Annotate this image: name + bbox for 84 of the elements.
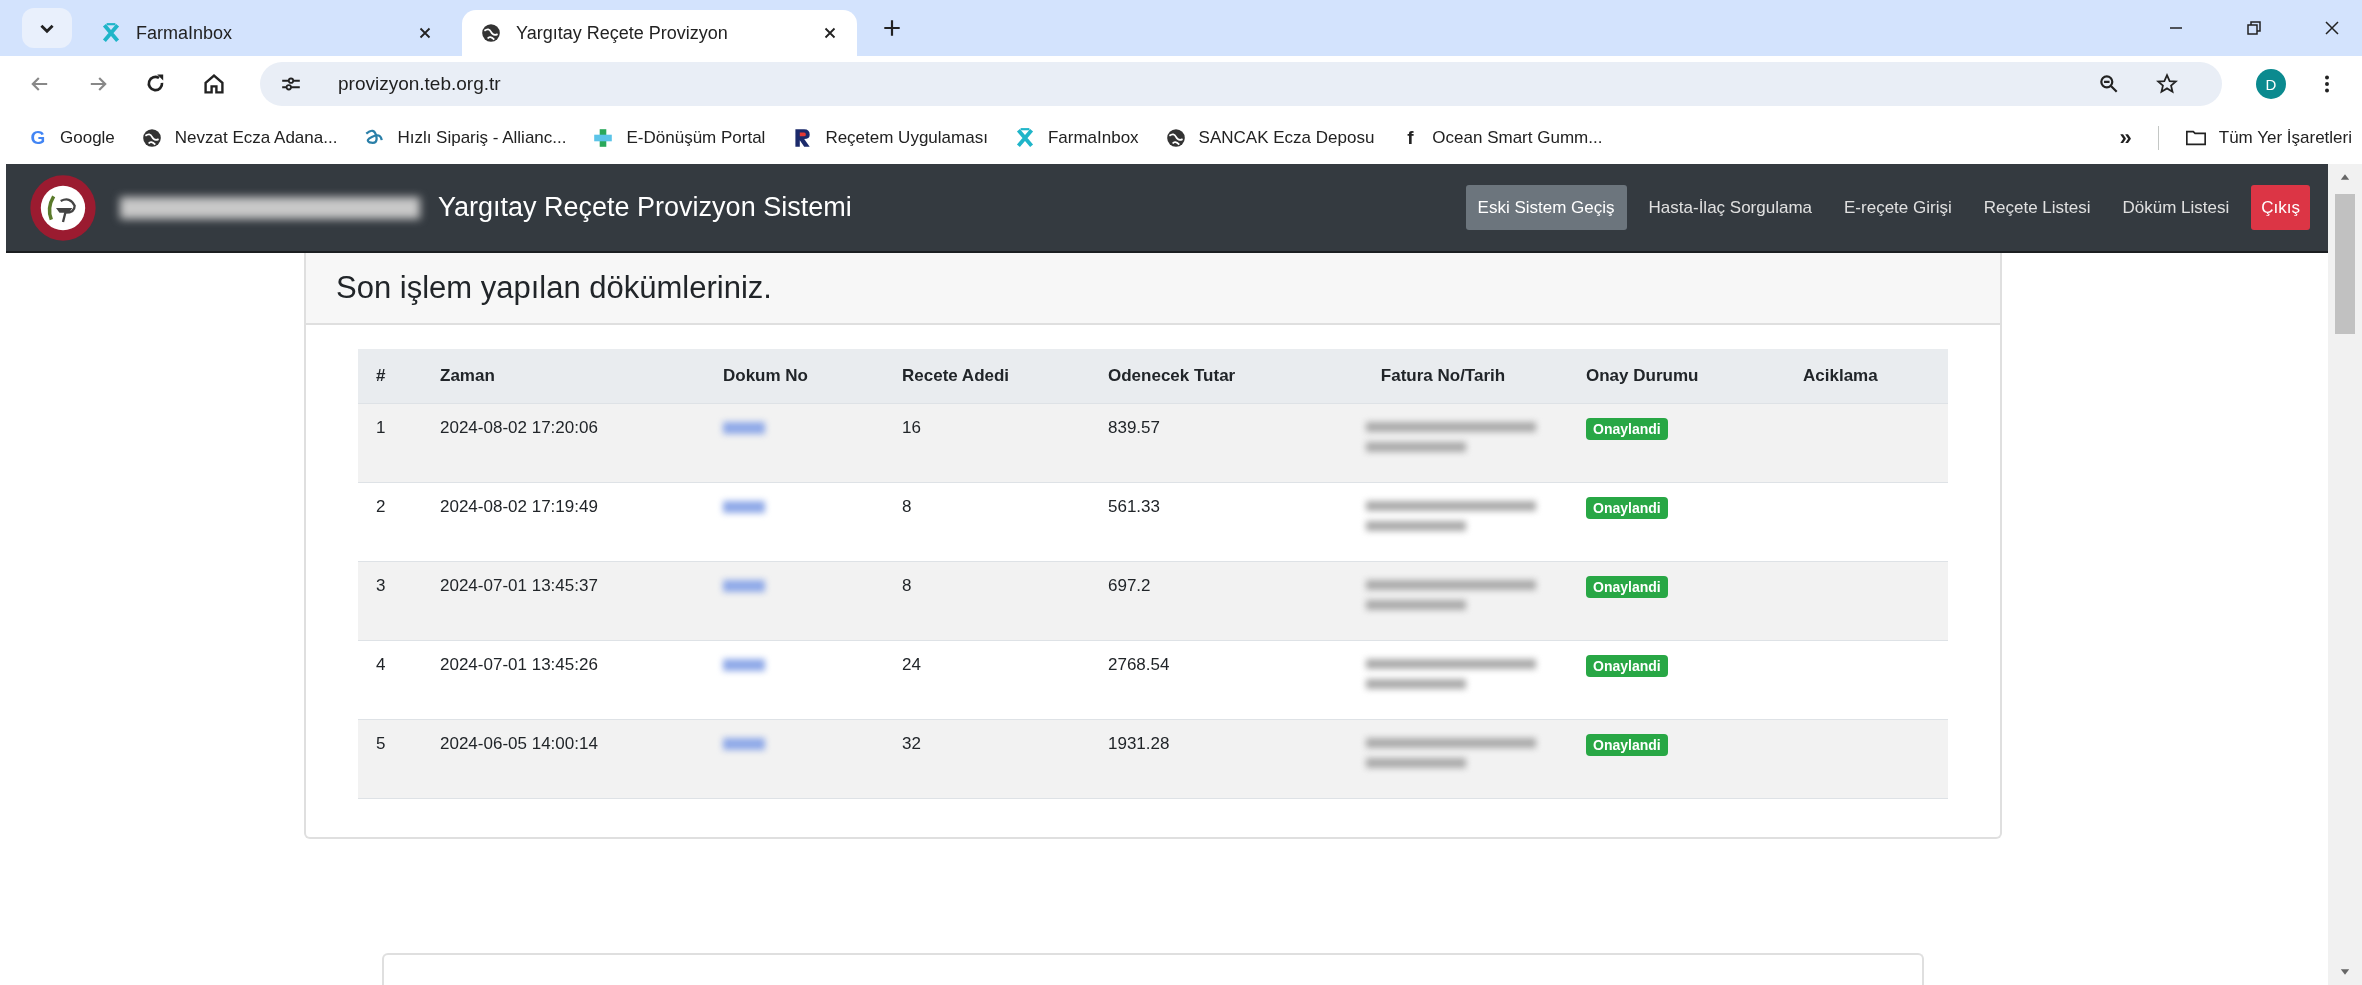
table-cell-text: 5	[375, 733, 387, 754]
x-logo-icon	[100, 22, 122, 44]
nav-link[interactable]: Döküm Listesi	[2112, 185, 2240, 230]
table-cell-text: 2024-07-01 13:45:26	[439, 654, 599, 675]
status-badge: Onaylandi	[1586, 655, 1668, 677]
home-icon[interactable]	[202, 72, 226, 96]
table-cell-text: 2024-08-02 17:20:06	[439, 417, 599, 438]
column-header: Aciklama	[1802, 366, 1879, 386]
chevron-down-icon	[40, 23, 54, 33]
column-header: Recete Adedi	[901, 366, 1011, 386]
bookmark-label: Google	[60, 128, 115, 148]
browser-tab[interactable]: FarmaInbox	[82, 10, 452, 56]
table-cell-text: 697.2	[1107, 575, 1152, 596]
bookmark-label: Ocean Smart Gumm...	[1432, 128, 1603, 148]
column-header: Fatura No/Tarih	[1379, 366, 1507, 386]
bookmark[interactable]: SANCAK Ecza Deposu	[1164, 127, 1375, 149]
zoom-out-icon[interactable]	[2098, 73, 2120, 95]
table-cell-text: 4	[375, 654, 387, 675]
bookmark-label: Nevzat Ecza Adana...	[174, 128, 338, 148]
star-icon[interactable]	[2156, 73, 2178, 95]
column-header: Dokum No	[722, 366, 809, 386]
nav-link[interactable]: Çıkış	[2251, 185, 2310, 230]
nav-link[interactable]: Hasta-İlaç Sorgulama	[1638, 185, 1823, 230]
bookmark-label: Tüm Yer İşaretleri	[2218, 128, 2352, 148]
logo-icon: G	[28, 127, 48, 149]
globe-icon	[480, 22, 502, 44]
status-badge: Onaylandi	[1586, 576, 1668, 598]
nav-link[interactable]: Reçete Listesi	[1973, 185, 2101, 230]
column-header: #	[375, 366, 387, 386]
tab-search-button[interactable]	[22, 8, 72, 48]
bookmark[interactable]: E-Dönüşüm Portal	[592, 127, 766, 149]
column-header: Zaman	[439, 366, 496, 386]
bookmark[interactable]: Reçetem Uygulaması	[791, 127, 988, 149]
card-title: Son işlem yapılan dökümleriniz.	[336, 270, 772, 306]
url-text: provizyon.teb.org.tr	[338, 73, 501, 95]
restore-icon[interactable]	[2244, 18, 2264, 38]
status-badge: Onaylandi	[1586, 734, 1668, 756]
table-cell-text: 2768.54	[1107, 654, 1171, 675]
table-cell-text: 2024-06-05 14:00:14	[439, 733, 599, 754]
table-cell-text: 839.57	[1107, 417, 1161, 438]
column-header: Onay Durumu	[1585, 366, 1700, 386]
table-cell-text: 1931.28	[1107, 733, 1171, 754]
table-cell-text: 16	[901, 417, 922, 438]
bookmark-label: SANCAK Ecza Deposu	[1198, 128, 1375, 148]
logo-icon: f	[1400, 127, 1421, 149]
table-cell-text: 24	[901, 654, 922, 675]
bookmark[interactable]: f Ocean Smart Gumm...	[1400, 127, 1603, 149]
profile-avatar[interactable]: D	[2256, 69, 2286, 99]
bookmark[interactable]: G Google	[28, 127, 115, 149]
table-cell-text: 561.33	[1107, 496, 1161, 517]
status-badge: Onaylandi	[1586, 497, 1668, 519]
bookmark[interactable]: Nevzat Ecza Adana...	[140, 127, 338, 149]
bookmark-label: Hızlı Sipariş - Allianc...	[397, 128, 567, 148]
bookmark-label: E-Dönüşüm Portal	[626, 128, 766, 148]
tab-title: FarmaInbox	[136, 22, 234, 44]
column-header: Odenecek Tutar	[1107, 366, 1237, 386]
address-bar[interactable]: provizyon.teb.org.tr	[260, 62, 2222, 106]
bookmark[interactable]: Hızlı Sipariş - Allianc...	[363, 127, 567, 149]
table-cell-text: 2024-07-01 13:45:37	[439, 575, 599, 596]
table-cell-text: 3	[375, 575, 387, 596]
globe-icon	[1164, 127, 1187, 149]
bookmark-label: FarmaInbox	[1047, 128, 1139, 148]
more-bookmarks-button[interactable]: »	[2119, 125, 2132, 151]
table-cell-text: 32	[901, 733, 922, 754]
app-title: Yargıtay Reçete Provizyon Sistemi	[438, 192, 852, 223]
new-tab-icon[interactable]	[881, 17, 903, 39]
status-badge: Onaylandi	[1586, 418, 1668, 440]
scrollbar[interactable]	[2328, 164, 2362, 985]
tab-title: Yargıtay Reçete Provizyon	[516, 22, 729, 44]
table-cell-text: 2024-08-02 17:19:49	[439, 496, 599, 517]
table-cell-text: 8	[901, 575, 913, 596]
emblem-logo	[28, 172, 98, 243]
table-cell-text: 1	[375, 417, 387, 438]
table-cell-text: 2	[375, 496, 387, 517]
browser-tab[interactable]: Yargıtay Reçete Provizyon	[462, 10, 857, 56]
nav-link[interactable]: E-reçete Girişi	[1834, 185, 1962, 230]
nav-link[interactable]: Eski Sistem Geçiş	[1465, 185, 1627, 230]
globe-icon	[140, 127, 163, 149]
bookmark[interactable]: FarmaInbox	[1013, 127, 1139, 149]
plus-icon	[592, 127, 615, 149]
bookmark[interactable]: Tüm Yer İşaretleri	[2184, 127, 2352, 149]
scrollbar-thumb[interactable]	[2335, 194, 2355, 334]
bookmark-label: Reçetem Uygulaması	[825, 128, 988, 148]
table-cell-text: 8	[901, 496, 913, 517]
